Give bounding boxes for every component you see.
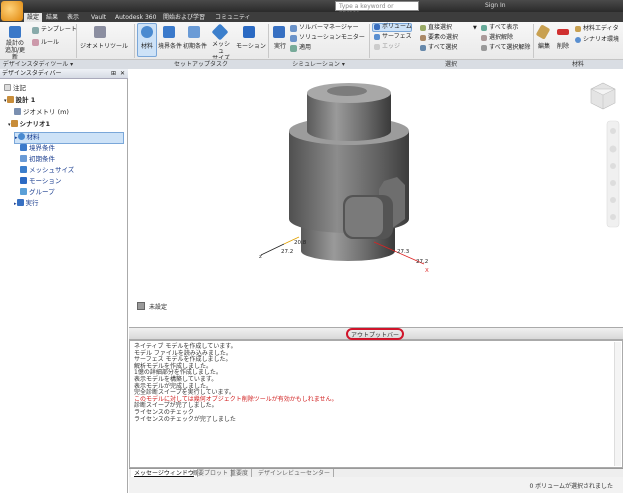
motion-button[interactable]: モーション bbox=[236, 43, 266, 51]
run-icon bbox=[16, 199, 24, 206]
edit-button[interactable]: 編集 bbox=[538, 43, 550, 51]
geometry-icon bbox=[14, 108, 21, 115]
tab-results[interactable]: 結果 bbox=[43, 13, 61, 22]
solver-manager-button[interactable]: ソルバーマネージャー bbox=[299, 24, 359, 32]
pin-icon[interactable]: ⊞ bbox=[111, 69, 116, 79]
tree-item-notes[interactable]: 注記 bbox=[4, 84, 26, 93]
application-menu-button[interactable] bbox=[1, 1, 23, 21]
groups-icon bbox=[20, 188, 27, 195]
surface-select-button[interactable]: サーフェス bbox=[382, 33, 412, 41]
viewcube-icon[interactable] bbox=[590, 82, 616, 110]
run-icon bbox=[273, 26, 285, 38]
tab-view[interactable]: 表示 bbox=[64, 13, 82, 22]
design-study-bar-header: デザインスタディバー ✕ ⊞ bbox=[0, 69, 128, 79]
mesh-size-icon bbox=[211, 23, 229, 41]
geometry-tools-icon bbox=[94, 26, 106, 38]
axis-x-label: X bbox=[425, 268, 429, 274]
tree-item-materials[interactable]: ▸ 材料 bbox=[14, 132, 124, 144]
solution-monitor-button[interactable]: ソリューションモニター bbox=[299, 34, 365, 42]
tab-community[interactable]: コミュニティ bbox=[212, 13, 254, 22]
material-editor-button[interactable]: 材料エディタ bbox=[583, 25, 619, 33]
edge-select-button[interactable]: エッジ bbox=[382, 43, 400, 51]
tab-setup[interactable]: 設定 bbox=[24, 13, 43, 22]
materials-button[interactable]: 材料 bbox=[141, 43, 153, 51]
materials-icon bbox=[141, 26, 153, 38]
initial-conditions-button[interactable]: 初期条件 bbox=[183, 43, 207, 51]
output-message-window[interactable]: ネイティブ モデルを作成しています。 モデル ファイルを読み込みました。 サーフ… bbox=[129, 340, 623, 468]
rule-button[interactable]: ルール bbox=[41, 39, 59, 47]
dropdown-arrow-icon[interactable]: ▼ bbox=[473, 24, 477, 32]
delete-icon bbox=[557, 29, 569, 35]
motion-icon bbox=[243, 26, 255, 38]
design-icon bbox=[6, 96, 14, 103]
delete-button[interactable]: 削除 bbox=[557, 43, 569, 51]
dimension-label: 27.2 bbox=[416, 259, 428, 265]
navigation-bar[interactable] bbox=[606, 120, 620, 228]
part-model[interactable] bbox=[289, 83, 409, 261]
element-select-button[interactable]: 要素の選択 bbox=[428, 34, 458, 42]
model-view[interactable]: z 20.8 27.2 27.3 27.2 X bbox=[129, 69, 623, 327]
status-bar: 0 ボリュームが選択されました bbox=[129, 477, 623, 493]
direct-select-button[interactable]: 直接選択 bbox=[428, 24, 452, 32]
output-tab-bar: メッセージウィンドウ 概要プロット 重要度 デザインレビューセンター bbox=[129, 468, 623, 478]
deselect-all-button[interactable]: すべて選択解除 bbox=[489, 44, 530, 52]
deselect-button[interactable]: 選択解除 bbox=[489, 34, 513, 42]
tab-autodesk-360[interactable]: Autodesk 360 bbox=[112, 13, 159, 22]
ribbon-group-labels: デザインスタディツール ▾ セットアップタスク シミュレーション ▾ 選択 材料 bbox=[0, 59, 623, 69]
legend-swatch bbox=[137, 302, 145, 310]
tab-vault[interactable]: Vault bbox=[88, 13, 109, 22]
graphics-viewport[interactable]: z 20.8 27.2 27.3 27.2 X 未設定 bbox=[129, 69, 623, 327]
dimension-label: 27.3 bbox=[397, 249, 410, 255]
tree-item-scenario[interactable]: ▾ シナリオ1 bbox=[8, 120, 50, 130]
mesh-icon bbox=[20, 166, 27, 173]
design-study-bar: デザインスタディバー ✕ ⊞ 注記 ▾ 設計 1 ジオメトリ (m) ▾ シナリオ1… bbox=[0, 69, 128, 493]
edit-pencil-icon bbox=[535, 24, 551, 40]
boundary-conditions-icon bbox=[163, 26, 175, 38]
tree-item-run[interactable]: ▸ 実行 bbox=[14, 199, 39, 209]
geometry-tools-button[interactable]: ジオメトリツール bbox=[80, 43, 128, 51]
apply-button[interactable]: 適用 bbox=[299, 44, 311, 52]
template-button[interactable]: テンプレート bbox=[41, 26, 77, 34]
show-all-button[interactable]: すべて表示 bbox=[489, 24, 518, 32]
tree-item-mesh-size[interactable]: メッシュサイズ bbox=[20, 166, 74, 175]
close-icon[interactable]: ✕ bbox=[120, 69, 125, 79]
design-study-icon bbox=[9, 26, 21, 38]
boundary-icon bbox=[20, 144, 27, 151]
message-line: ライセンスのチェックが完了しました bbox=[134, 415, 236, 423]
volume-select-button[interactable]: ボリューム bbox=[382, 23, 412, 31]
select-all-button[interactable]: すべて選択 bbox=[428, 44, 457, 52]
scenario-environment-button[interactable]: シナリオ環境 bbox=[583, 36, 619, 44]
tree-item-initial-conditions[interactable]: 初期条件 bbox=[20, 155, 55, 164]
output-scrollbar[interactable] bbox=[614, 342, 621, 466]
tab-learn[interactable]: 開始および学習 bbox=[160, 13, 208, 22]
axis-z-label: z bbox=[259, 254, 262, 260]
ribbon-tab-bar: 設定 結果 表示 Vault Autodesk 360 開始および学習 コミュニ… bbox=[0, 12, 623, 22]
initial-icon bbox=[20, 155, 27, 162]
motion-icon bbox=[20, 177, 27, 184]
initial-conditions-icon bbox=[188, 26, 200, 38]
dimension-label: 20.8 bbox=[294, 240, 307, 246]
tree-item-design[interactable]: ▾ 設計 1 bbox=[4, 96, 35, 106]
tree-item-groups[interactable]: グループ bbox=[20, 188, 55, 197]
output-bar-title[interactable]: アウトプットバー bbox=[346, 328, 404, 340]
scenario-icon bbox=[10, 120, 18, 127]
note-icon bbox=[4, 84, 11, 91]
tree-item-motion[interactable]: モーション bbox=[20, 177, 61, 186]
sign-in-link[interactable]: Sign In bbox=[485, 2, 506, 9]
boundary-conditions-button[interactable]: 境界条件 bbox=[158, 43, 182, 51]
tree-item-boundary-conditions[interactable]: 境界条件 bbox=[20, 144, 55, 153]
study-setup-button[interactable]: 設計の 追加/更新 bbox=[2, 40, 28, 61]
status-text: 0 ボリュームが選択されました bbox=[529, 483, 613, 490]
title-bar bbox=[0, 0, 623, 12]
search-input[interactable]: Type a keyword or phrase bbox=[335, 1, 419, 17]
run-button[interactable]: 実行 bbox=[274, 43, 286, 51]
dimension-label: 27.2 bbox=[281, 249, 293, 255]
materials-icon bbox=[17, 133, 25, 140]
legend-label: 未設定 bbox=[149, 304, 168, 311]
tree-item-geometry[interactable]: ジオメトリ (m) bbox=[14, 108, 69, 117]
